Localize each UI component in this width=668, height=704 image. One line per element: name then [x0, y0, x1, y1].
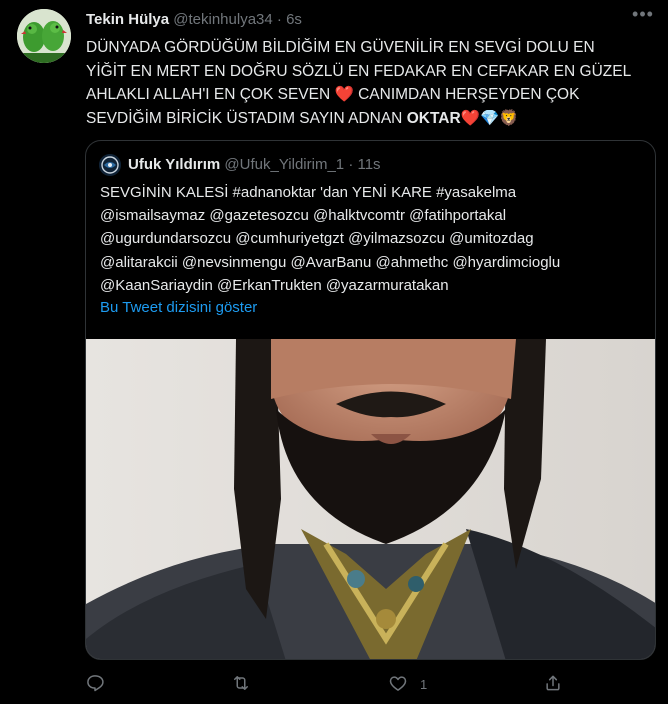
quoted-photo[interactable] [86, 339, 655, 659]
gem-emoji: 💎 [479, 109, 500, 127]
quoted-author-avatar[interactable] [99, 154, 121, 176]
more-dots-icon: ••• [632, 4, 654, 24]
quoted-header: Ufuk Yıldırım @Ufuk_Yildirim_1 · 11s [128, 156, 381, 173]
quoted-text: SEVGİNİN KALESİ #adnanoktar 'dan YENİ KA… [100, 181, 645, 297]
quoted-line-1: SEVGİNİN KALESİ #adnanoktar 'dan YENİ KA… [100, 184, 517, 201]
tweet-line-3a: AHLAKLI ALLAH'I EN ÇOK SEVEN [86, 86, 331, 103]
like-icon [388, 673, 408, 696]
tweet-line-2: YİĞİT EN MERT EN DOĞRU SÖZLÜ EN FEDAKAR … [86, 62, 632, 80]
tweet-line-3b: CANIMDAN HERŞEYDEN ÇOK [358, 86, 580, 103]
like-count: 1 [420, 676, 428, 692]
like-button[interactable]: 1 [388, 668, 427, 700]
tweet-line-4a: SEVDİĞİM BİRİCİK ÜSTADIM SAYIN ADNAN [86, 109, 403, 127]
tweet-bold-name: OKTAR [406, 109, 461, 127]
lion-emoji: 🦁 [499, 109, 519, 127]
header-separator: · [276, 11, 282, 28]
quoted-line-5: @KaanSariaydin @ErkanTrukten @yazarmurat… [100, 276, 449, 294]
quoted-tweet[interactable]: Ufuk Yıldırım @Ufuk_Yildirim_1 · 11s SEV… [85, 140, 656, 660]
author-avatar[interactable] [17, 9, 71, 63]
reply-button[interactable] [85, 668, 105, 700]
more-options-button[interactable]: ••• [628, 4, 658, 30]
tweet-actions: 1 [0, 668, 668, 704]
share-icon [543, 673, 563, 696]
quoted-line-4: @alitarakcii @nevsinmengu @AvarBanu @ahm… [100, 253, 561, 271]
author-handle[interactable]: @tekinhulya34 [173, 11, 272, 28]
retweet-icon [231, 673, 251, 696]
tweet-line-1: DÜNYADA GÖRDÜĞÜM BİLDİĞİM EN GÜVENİLİR E… [86, 39, 595, 56]
quoted-author-name[interactable]: Ufuk Yıldırım [128, 156, 220, 173]
author-name[interactable]: Tekin Hülya [86, 11, 169, 28]
quoted-avatar-image [99, 154, 121, 176]
parrots-avatar-image [17, 9, 71, 63]
tweet[interactable]: Tekin Hülya @tekinhulya34 · 6s ••• DÜNYA… [0, 0, 668, 704]
quoted-time[interactable]: 11s [357, 156, 380, 173]
retweet-button[interactable] [231, 668, 251, 700]
heart-emoji-2: ❤️ [460, 109, 480, 127]
reply-icon [85, 673, 105, 696]
tweet-line-3: AHLAKLI ALLAH'I EN ÇOK SEVEN ❤️ CANIMDAN… [86, 83, 656, 107]
tweet-time[interactable]: 6s [286, 11, 302, 28]
tweet-line-4: SEVDİĞİM BİRİCİK ÜSTADIM SAYIN ADNAN OKT… [86, 107, 656, 131]
quoted-author-handle[interactable]: @Ufuk_Yildirim_1 [224, 156, 344, 173]
quoted-line-2: @ismailsaymaz @gazetesozcu @halktvcomtr … [100, 207, 507, 225]
heart-emoji: ❤️ [334, 86, 354, 103]
share-button[interactable] [543, 668, 563, 700]
quoted-separator: · [348, 156, 354, 173]
tweet-header: Tekin Hülya @tekinhulya34 · 6s [86, 11, 302, 28]
quoted-line-3: @ugurdundarsozcu @cumhuriyetgzt @yilmazs… [100, 230, 534, 248]
show-thread-link[interactable]: Bu Tweet dizisini göster [100, 299, 257, 316]
portrait-photo [86, 339, 655, 659]
tweet-text: DÜNYADA GÖRDÜĞÜM BİLDİĞİM EN GÜVENİLİR E… [86, 36, 656, 130]
